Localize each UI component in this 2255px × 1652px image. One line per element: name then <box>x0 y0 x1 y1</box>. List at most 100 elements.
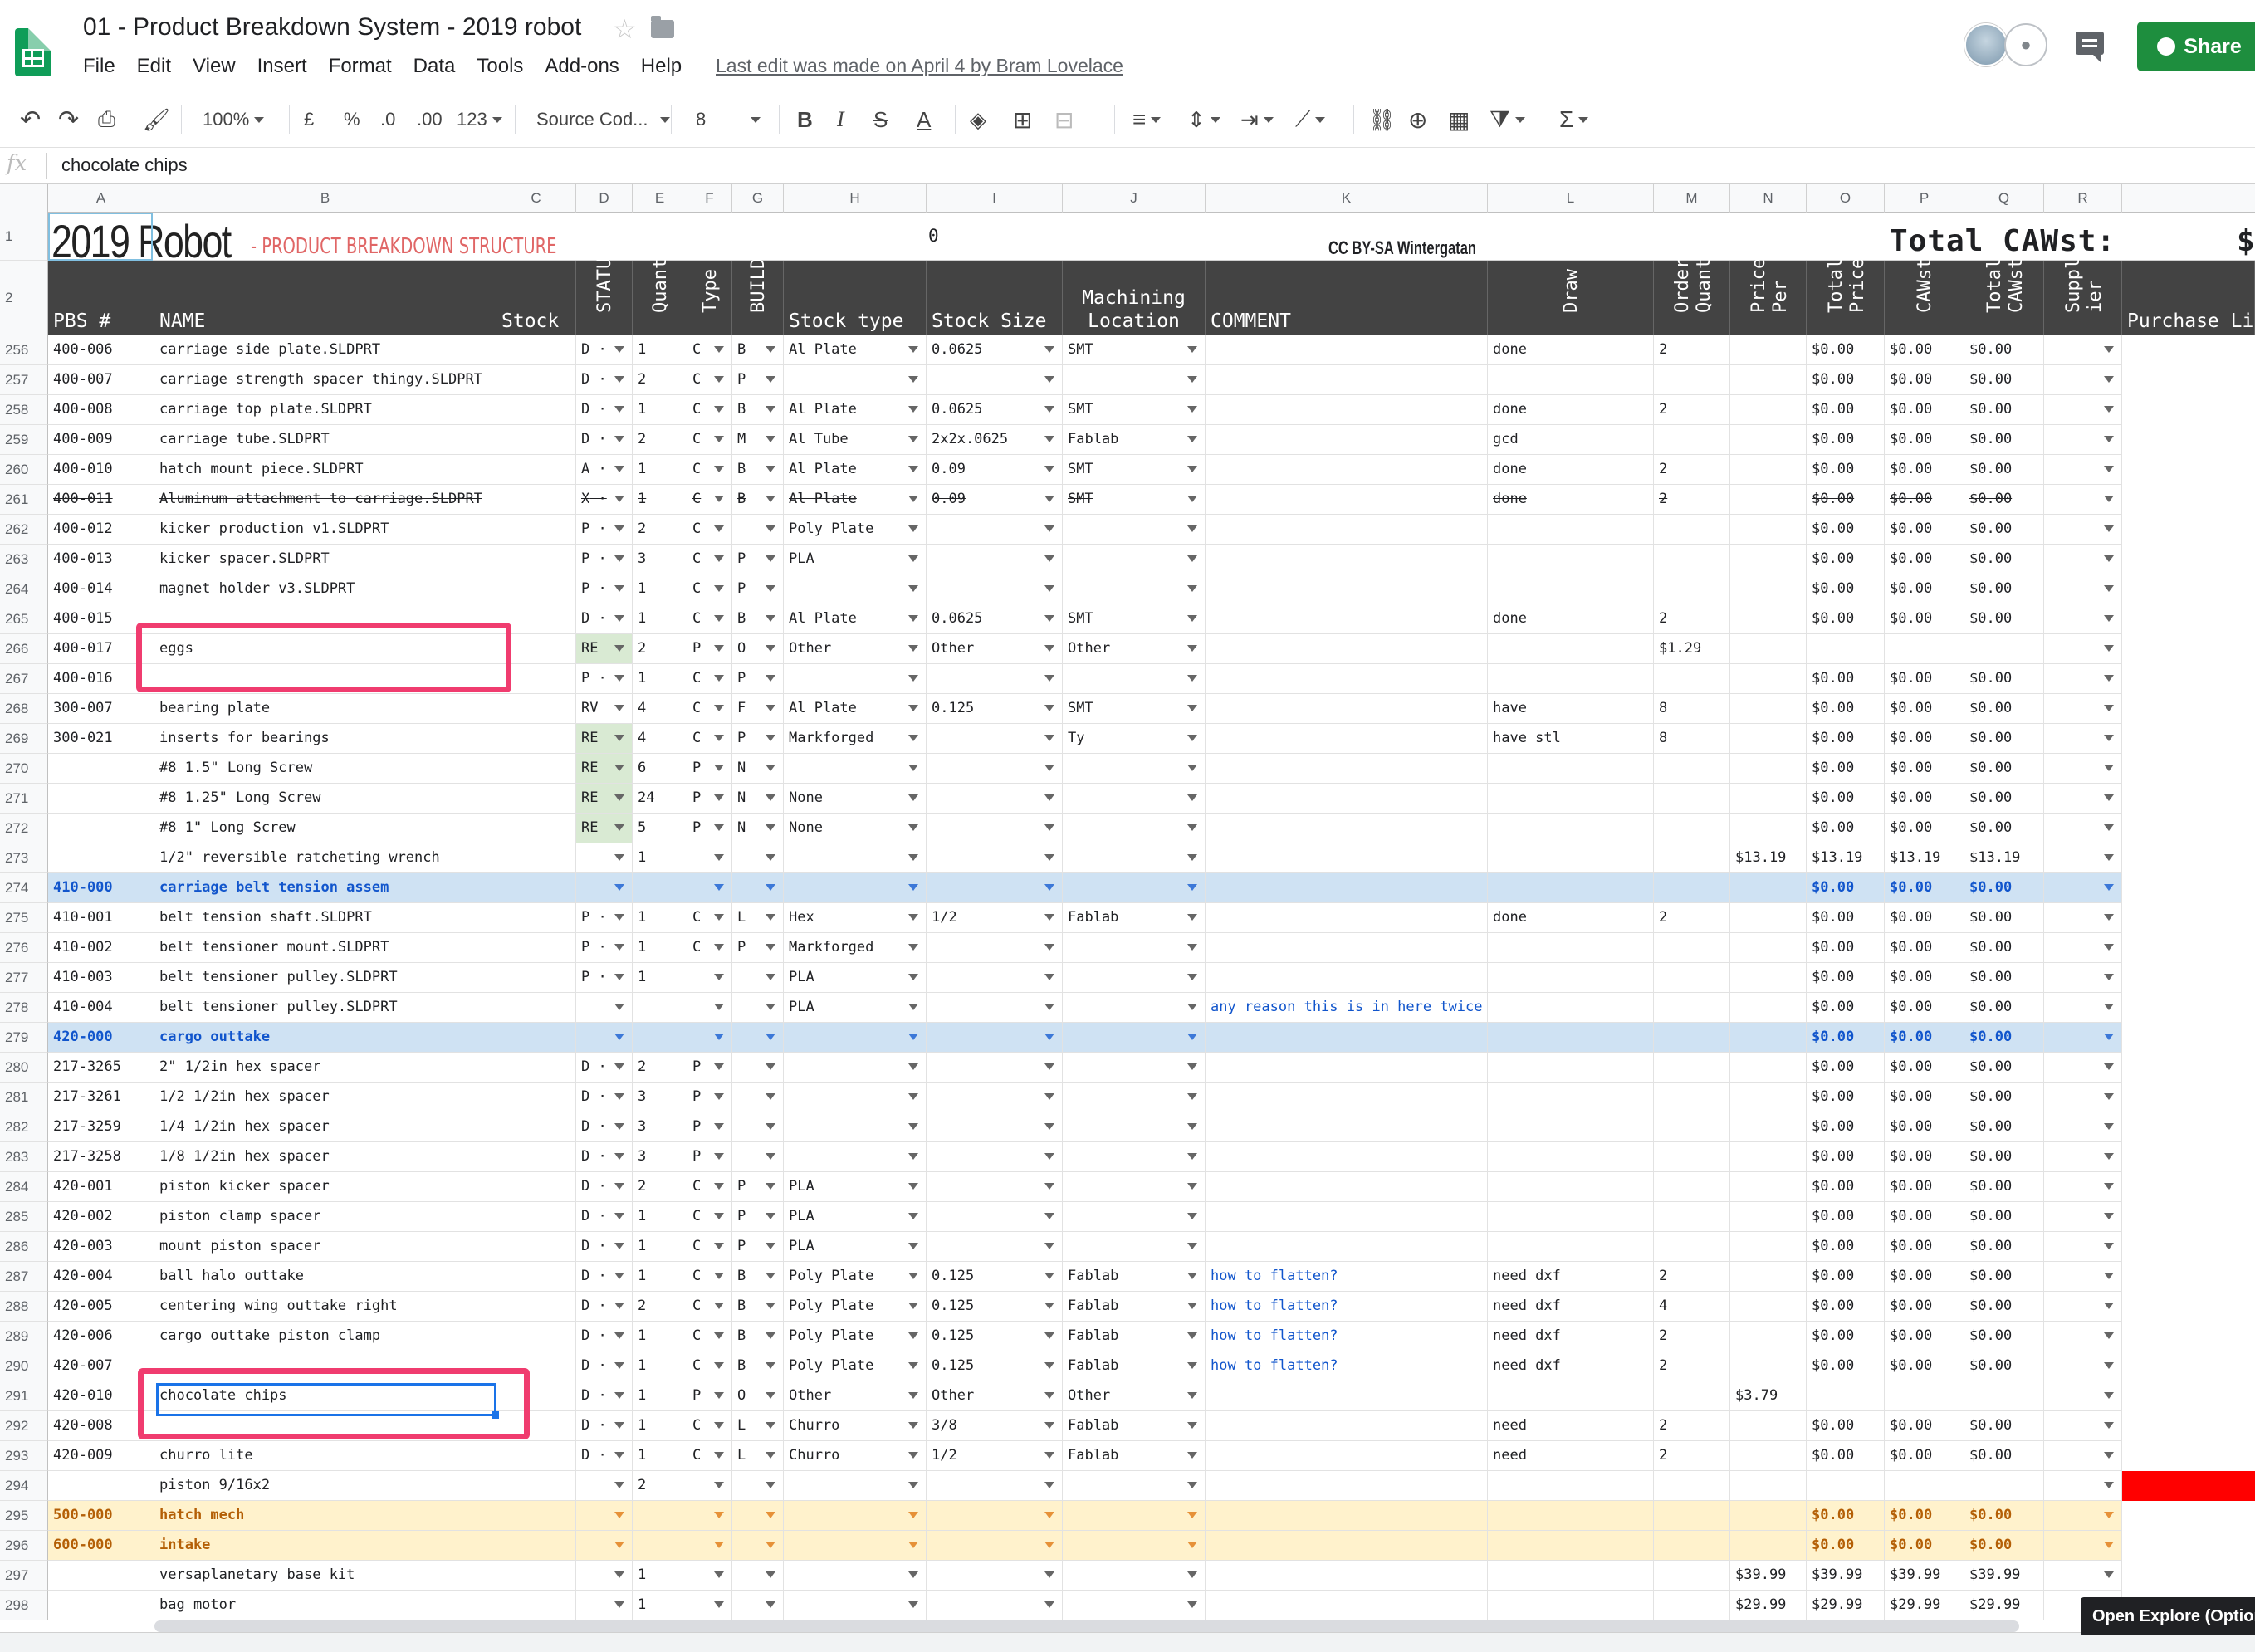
cell-f[interactable]: C <box>687 694 732 724</box>
dropdown-arrow-icon[interactable] <box>614 974 624 980</box>
cell-n[interactable]: $29.99 <box>1730 1591 1807 1620</box>
dropdown-arrow-icon[interactable] <box>1187 1542 1197 1548</box>
cell-e[interactable]: 1 <box>633 1381 687 1411</box>
dropdown-arrow-icon[interactable] <box>766 914 775 921</box>
cell-a[interactable]: 400-009 <box>48 425 154 455</box>
cell-i[interactable]: Other <box>927 634 1063 664</box>
dropdown-arrow-icon[interactable] <box>714 346 724 353</box>
cell-m[interactable] <box>1654 1172 1730 1202</box>
column-header-r[interactable]: R <box>2044 184 2122 213</box>
cell-a[interactable] <box>48 1591 154 1620</box>
cell-e[interactable]: 1 <box>633 604 687 634</box>
cell-h[interactable] <box>784 1023 927 1053</box>
dropdown-arrow-icon[interactable] <box>908 346 918 353</box>
dropdown-arrow-icon[interactable] <box>714 705 724 711</box>
dropdown-arrow-icon[interactable] <box>614 1153 624 1160</box>
cell-r[interactable] <box>2044 1561 2122 1591</box>
dropdown-arrow-icon[interactable] <box>2104 1063 2114 1070</box>
cell-b[interactable]: hatch mech <box>154 1501 496 1531</box>
cell-l[interactable] <box>1488 933 1654 963</box>
cell-f[interactable] <box>687 1531 732 1561</box>
row-header[interactable]: 278 <box>0 993 48 1023</box>
dropdown-arrow-icon[interactable] <box>1187 436 1197 442</box>
cell-a[interactable]: 400-014 <box>48 574 154 604</box>
cell-n[interactable]: $13.19 <box>1730 843 1807 873</box>
dropdown-arrow-icon[interactable] <box>1187 675 1197 682</box>
cell-q[interactable] <box>1964 1381 2044 1411</box>
row-header[interactable]: 268 <box>0 694 48 724</box>
dropdown-arrow-icon[interactable] <box>1044 376 1054 383</box>
dropdown-arrow-icon[interactable] <box>1044 1123 1054 1130</box>
cell-g[interactable]: B <box>732 604 784 634</box>
explore-tooltip[interactable]: Open Explore (Option+ <box>2081 1597 2255 1635</box>
cell-l[interactable] <box>1488 993 1654 1023</box>
cell-e[interactable]: 1 <box>633 335 687 365</box>
dropdown-arrow-icon[interactable] <box>714 944 724 951</box>
cell-j[interactable] <box>1063 1591 1206 1620</box>
dropdown-arrow-icon[interactable] <box>2104 346 2114 353</box>
dropdown-arrow-icon[interactable] <box>2104 406 2114 413</box>
dropdown-arrow-icon[interactable] <box>2104 496 2114 502</box>
dropdown-arrow-icon[interactable] <box>908 1452 918 1459</box>
dropdown-arrow-icon[interactable] <box>614 1392 624 1399</box>
borders-icon[interactable]: ⊞ <box>1013 91 1032 148</box>
dropdown-arrow-icon[interactable] <box>1187 1093 1197 1100</box>
cell-c[interactable] <box>496 933 576 963</box>
cell-k[interactable] <box>1206 664 1488 694</box>
cell-m[interactable]: 8 <box>1654 694 1730 724</box>
dropdown-arrow-icon[interactable] <box>614 1571 624 1578</box>
cell-p[interactable]: $0.00 <box>1885 1262 1964 1292</box>
cell-d[interactable]: D · <box>576 395 633 425</box>
cell-e[interactable] <box>633 1023 687 1053</box>
cell-b[interactable]: #8 1.25" Long Screw <box>154 784 496 814</box>
cell-o[interactable]: $0.00 <box>1807 903 1885 933</box>
cell-j[interactable] <box>1063 1053 1206 1083</box>
cell-i[interactable] <box>927 1023 1063 1053</box>
dropdown-arrow-icon[interactable] <box>766 1452 775 1459</box>
cell-d[interactable]: P · <box>576 903 633 933</box>
cell-m[interactable] <box>1654 365 1730 395</box>
cell-l[interactable] <box>1488 1381 1654 1411</box>
cell-i[interactable] <box>927 1112 1063 1142</box>
cell-l[interactable]: done <box>1488 335 1654 365</box>
font-size-select[interactable]: 8 <box>696 91 770 148</box>
cell-a[interactable]: 500-000 <box>48 1501 154 1531</box>
cell-a[interactable]: 217-3258 <box>48 1142 154 1172</box>
people-icon[interactable]: ● <box>2004 23 2047 66</box>
dropdown-arrow-icon[interactable] <box>908 585 918 592</box>
paint-format-icon[interactable]: 🖌 <box>143 91 170 148</box>
dropdown-arrow-icon[interactable] <box>1044 854 1054 861</box>
dropdown-arrow-icon[interactable] <box>2104 1213 2114 1219</box>
cell-g[interactable]: O <box>732 1381 784 1411</box>
cell-p[interactable]: $29.99 <box>1885 1591 1964 1620</box>
cell-k[interactable] <box>1206 1142 1488 1172</box>
cell-f[interactable]: C <box>687 1232 732 1262</box>
cell-g[interactable]: B <box>732 455 784 485</box>
cell-k[interactable] <box>1206 455 1488 485</box>
cell-m[interactable]: 8 <box>1654 724 1730 754</box>
cell-p[interactable] <box>1885 634 1964 664</box>
cell-r[interactable] <box>2044 754 2122 784</box>
cell-j[interactable]: SMT <box>1063 485 1206 515</box>
row-header[interactable]: 288 <box>0 1292 48 1322</box>
cell-i[interactable]: 1/2 <box>927 903 1063 933</box>
cell-k[interactable] <box>1206 933 1488 963</box>
dropdown-arrow-icon[interactable] <box>766 1482 775 1488</box>
column-header-m[interactable]: M <box>1654 184 1730 213</box>
cell-m[interactable] <box>1654 574 1730 604</box>
cell-d[interactable] <box>576 1591 633 1620</box>
dropdown-arrow-icon[interactable] <box>766 1332 775 1339</box>
cell-h[interactable]: None <box>784 784 927 814</box>
cell-c[interactable] <box>496 843 576 873</box>
vertical-align-icon[interactable]: ⇕ <box>1187 91 1220 148</box>
dropdown-arrow-icon[interactable] <box>1187 824 1197 831</box>
cell-j[interactable]: Fablab <box>1063 1411 1206 1441</box>
dropdown-arrow-icon[interactable] <box>908 525 918 532</box>
cell-b[interactable]: #8 1.5" Long Screw <box>154 754 496 784</box>
last-edit-link[interactable]: Last edit was made on April 4 by Bram Lo… <box>716 55 1123 77</box>
cell-g[interactable]: L <box>732 1441 784 1471</box>
dropdown-arrow-icon[interactable] <box>1044 406 1054 413</box>
dropdown-arrow-icon[interactable] <box>614 854 624 861</box>
dropdown-arrow-icon[interactable] <box>714 466 724 472</box>
dropdown-arrow-icon[interactable] <box>714 1063 724 1070</box>
